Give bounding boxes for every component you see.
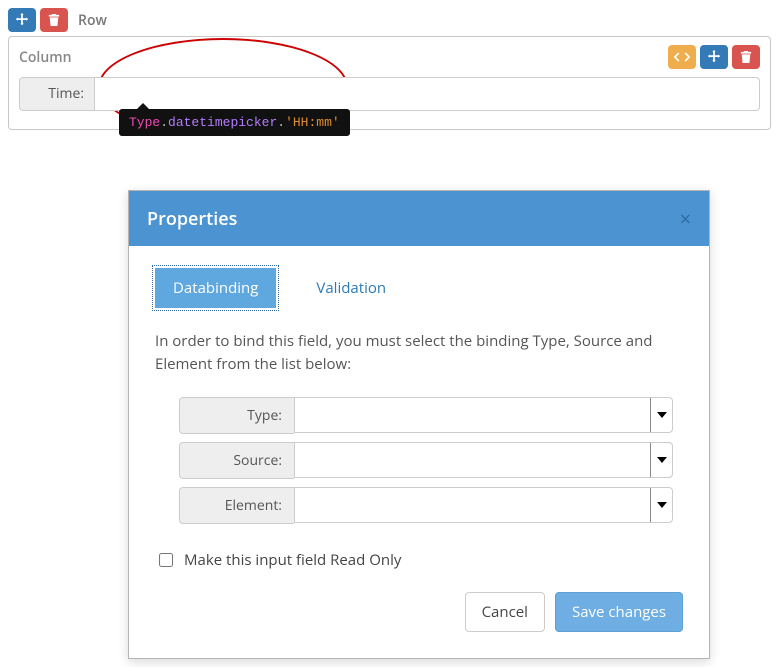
tooltip-format: 'HH:mm' [285, 115, 340, 130]
binding-form: Type: Source: [155, 397, 683, 524]
page: Row Column Time: Type.datetimepicker. [8, 8, 771, 659]
tooltip-type: Type [129, 115, 160, 130]
modal-intro: In order to bind this field, you must se… [155, 330, 683, 375]
move-column-button[interactable] [700, 45, 728, 69]
source-label: Source: [179, 442, 294, 479]
delete-row-button[interactable] [40, 8, 68, 32]
trash-icon [48, 13, 60, 27]
row-label: Row [78, 11, 107, 30]
readonly-checkbox[interactable] [159, 553, 173, 567]
tooltip-picker: datetimepicker [168, 115, 277, 130]
cancel-button[interactable]: Cancel [465, 592, 545, 632]
code-button[interactable] [668, 45, 696, 69]
tab-databinding[interactable]: Databinding [155, 268, 276, 308]
column-label: Column [19, 48, 71, 67]
row-toolbar: Row [8, 8, 771, 32]
element-label: Element: [179, 487, 294, 524]
modal-tabs: Databinding Validation [155, 268, 683, 308]
properties-modal: Properties × Databinding Validation In o… [128, 190, 710, 659]
tab-validation[interactable]: Validation [298, 268, 404, 308]
type-label: Type: [179, 397, 294, 434]
modal-footer: Cancel Save changes [155, 592, 683, 632]
column-container: Column Time: Type.datetimepicker.'HH:mm' [8, 36, 771, 130]
readonly-label: Make this input field Read Only [184, 550, 401, 570]
time-input[interactable] [94, 77, 760, 111]
type-select[interactable] [294, 397, 673, 433]
binding-tooltip: Type.datetimepicker.'HH:mm' [119, 109, 350, 136]
readonly-row[interactable]: Make this input field Read Only [155, 550, 683, 570]
column-actions [668, 45, 760, 69]
delete-column-button[interactable] [732, 45, 760, 69]
modal-title: Properties [147, 207, 237, 231]
move-icon [15, 13, 29, 27]
code-icon [674, 51, 690, 63]
modal-header: Properties × [129, 191, 709, 246]
element-select[interactable] [294, 487, 673, 523]
chevron-down-icon [650, 443, 672, 477]
time-field-row: Time: [19, 77, 760, 111]
chevron-down-icon [650, 398, 672, 432]
move-icon [707, 50, 721, 64]
trash-icon [740, 50, 752, 64]
chevron-down-icon [650, 488, 672, 522]
move-row-button[interactable] [8, 8, 36, 32]
time-label: Time: [19, 77, 94, 111]
source-select[interactable] [294, 442, 673, 478]
close-icon[interactable]: × [680, 205, 691, 232]
save-button[interactable]: Save changes [555, 592, 683, 632]
